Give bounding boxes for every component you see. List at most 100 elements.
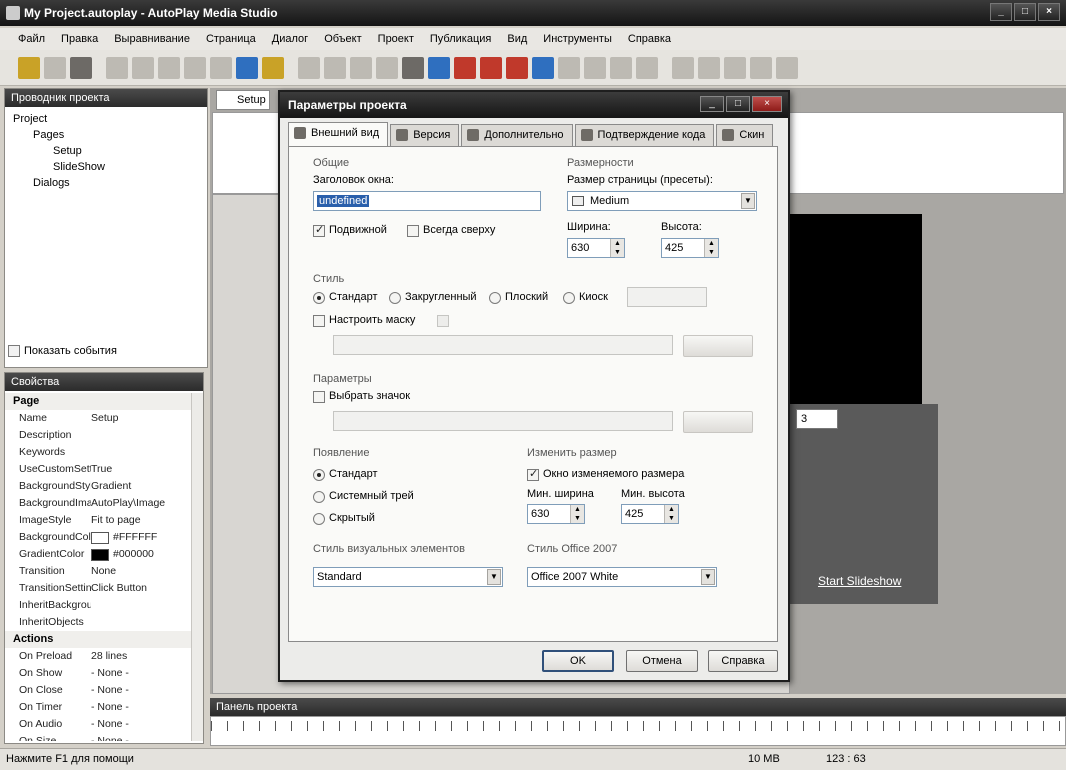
page-icon[interactable]: [776, 56, 798, 79]
property-value-cell[interactable]: Gradient: [91, 478, 191, 495]
redo-icon[interactable]: [210, 56, 232, 79]
action-row[interactable]: On Show - None -: [5, 665, 191, 682]
maximize-button[interactable]: □: [1014, 3, 1036, 21]
button-object-icon[interactable]: [298, 56, 320, 79]
image-object-icon[interactable]: [402, 56, 424, 79]
menu-object[interactable]: Объект: [324, 33, 361, 45]
menu-edit[interactable]: Правка: [61, 33, 98, 45]
property-value-cell[interactable]: [91, 427, 191, 444]
window-title-input[interactable]: undefined: [313, 191, 541, 211]
menu-help[interactable]: Справка: [628, 33, 671, 45]
menu-publish[interactable]: Публикация: [430, 33, 491, 45]
menu-align[interactable]: Выравнивание: [114, 33, 190, 45]
copy-icon[interactable]: [132, 56, 154, 79]
style-kiosk-radio[interactable]: [563, 292, 575, 304]
cancel-button[interactable]: Отмена: [626, 650, 698, 672]
number-input[interactable]: 3: [796, 409, 838, 429]
tab-advanced[interactable]: Дополнительно: [461, 124, 573, 146]
property-value-cell[interactable]: - None -: [91, 682, 191, 699]
flash-object-icon[interactable]: [454, 56, 476, 79]
dialog-close-button[interactable]: ×: [752, 96, 782, 112]
wand-icon[interactable]: [18, 56, 40, 79]
action-row[interactable]: On Preload 28 lines: [5, 648, 191, 665]
align-left-icon[interactable]: [672, 56, 694, 79]
visual-style-select[interactable]: Standard ▼: [313, 567, 503, 587]
action-row[interactable]: On Timer - None -: [5, 699, 191, 716]
style-standard-radio[interactable]: [313, 292, 325, 304]
custom-mask-checkbox[interactable]: [313, 315, 325, 327]
start-slideshow-link[interactable]: Start Slideshow: [818, 574, 901, 588]
property-row[interactable]: BackgroundColor #FFFFFF: [5, 529, 191, 546]
show-tray-radio[interactable]: [313, 491, 325, 503]
category-page[interactable]: Page: [5, 393, 191, 410]
action-row[interactable]: On Audio - None -: [5, 716, 191, 733]
checkbox-object-icon[interactable]: [584, 56, 606, 79]
dialog-maximize-button[interactable]: □: [726, 96, 750, 112]
min-height-stepper[interactable]: 425 ▲ ▼: [621, 504, 679, 524]
tree-item-project[interactable]: Project: [9, 111, 203, 127]
close-window-button[interactable]: ×: [1038, 3, 1060, 21]
property-row[interactable]: InheritObjects: [5, 614, 191, 631]
dialog-minimize-button[interactable]: _: [700, 96, 724, 112]
property-value-cell[interactable]: [91, 444, 191, 461]
style-flat-radio[interactable]: [489, 292, 501, 304]
tab-version[interactable]: Версия: [390, 124, 460, 146]
property-value-cell[interactable]: - None -: [91, 665, 191, 682]
property-value-cell[interactable]: None: [91, 563, 191, 580]
tree-item-slideshow[interactable]: SlideShow: [9, 159, 203, 175]
property-value-cell[interactable]: [91, 597, 191, 614]
show-events-row[interactable]: Показать события: [8, 345, 117, 357]
property-value-cell[interactable]: - None -: [91, 699, 191, 716]
pdf-object-icon[interactable]: [506, 56, 528, 79]
select-icon-checkbox[interactable]: [313, 391, 325, 403]
property-value-cell[interactable]: - None -: [91, 733, 191, 741]
properties-scrollbar[interactable]: [191, 393, 203, 741]
web-object-icon[interactable]: [428, 56, 450, 79]
property-row[interactable]: Description: [5, 427, 191, 444]
tree-item-dialogs[interactable]: Dialogs: [9, 175, 203, 191]
property-value-cell[interactable]: [91, 614, 191, 631]
ok-button[interactable]: OK: [542, 650, 614, 672]
property-row[interactable]: BackgroundStyle Gradient: [5, 478, 191, 495]
undo-icon[interactable]: [184, 56, 206, 79]
spin-icon[interactable]: ▲ ▼: [664, 505, 678, 523]
help-button[interactable]: Справка: [708, 650, 778, 672]
property-value-cell[interactable]: Setup: [91, 410, 191, 427]
ie-object-icon[interactable]: [532, 56, 554, 79]
width-stepper[interactable]: 630 ▲ ▼: [567, 238, 625, 258]
menu-view[interactable]: Вид: [507, 33, 527, 45]
open-icon[interactable]: [44, 56, 66, 79]
cut-icon[interactable]: [106, 56, 128, 79]
menu-project[interactable]: Проект: [378, 33, 414, 45]
tab-skin[interactable]: Скин: [716, 124, 774, 146]
spin-icon[interactable]: ▲ ▼: [610, 239, 624, 257]
property-row[interactable]: GradientColor #000000: [5, 546, 191, 563]
show-events-checkbox[interactable]: [8, 345, 20, 357]
property-value-cell[interactable]: Click Button: [91, 580, 191, 597]
property-row[interactable]: InheritBackground: [5, 597, 191, 614]
page-size-select[interactable]: Medium ▼: [567, 191, 757, 211]
property-value-cell[interactable]: #000000: [91, 546, 191, 563]
input-object-icon[interactable]: [558, 56, 580, 79]
grid-icon[interactable]: [750, 56, 772, 79]
label-object-icon[interactable]: [324, 56, 346, 79]
property-row[interactable]: BackgroundImageAutoPlay\Image: [5, 495, 191, 512]
property-row[interactable]: Transition None: [5, 563, 191, 580]
property-value-cell[interactable]: AutoPlay\Image: [91, 495, 191, 512]
radio-object-icon[interactable]: [610, 56, 632, 79]
menu-dialog[interactable]: Диалог: [272, 33, 308, 45]
show-hidden-radio[interactable]: [313, 513, 325, 525]
paragraph-object-icon[interactable]: [350, 56, 372, 79]
preview-icon[interactable]: [236, 56, 258, 79]
publish-icon[interactable]: [262, 56, 284, 79]
property-value-cell[interactable]: True: [91, 461, 191, 478]
property-value-cell[interactable]: Fit to page: [91, 512, 191, 529]
spin-icon[interactable]: ▲ ▼: [570, 505, 584, 523]
always-on-top-checkbox[interactable]: [407, 225, 419, 237]
video-object-icon[interactable]: [480, 56, 502, 79]
property-row[interactable]: TransitionSetting Click Button: [5, 580, 191, 597]
save-icon[interactable]: [70, 56, 92, 79]
min-width-stepper[interactable]: 630 ▲ ▼: [527, 504, 585, 524]
style-rounded-radio[interactable]: [389, 292, 401, 304]
timeline-ruler[interactable]: [210, 716, 1066, 746]
